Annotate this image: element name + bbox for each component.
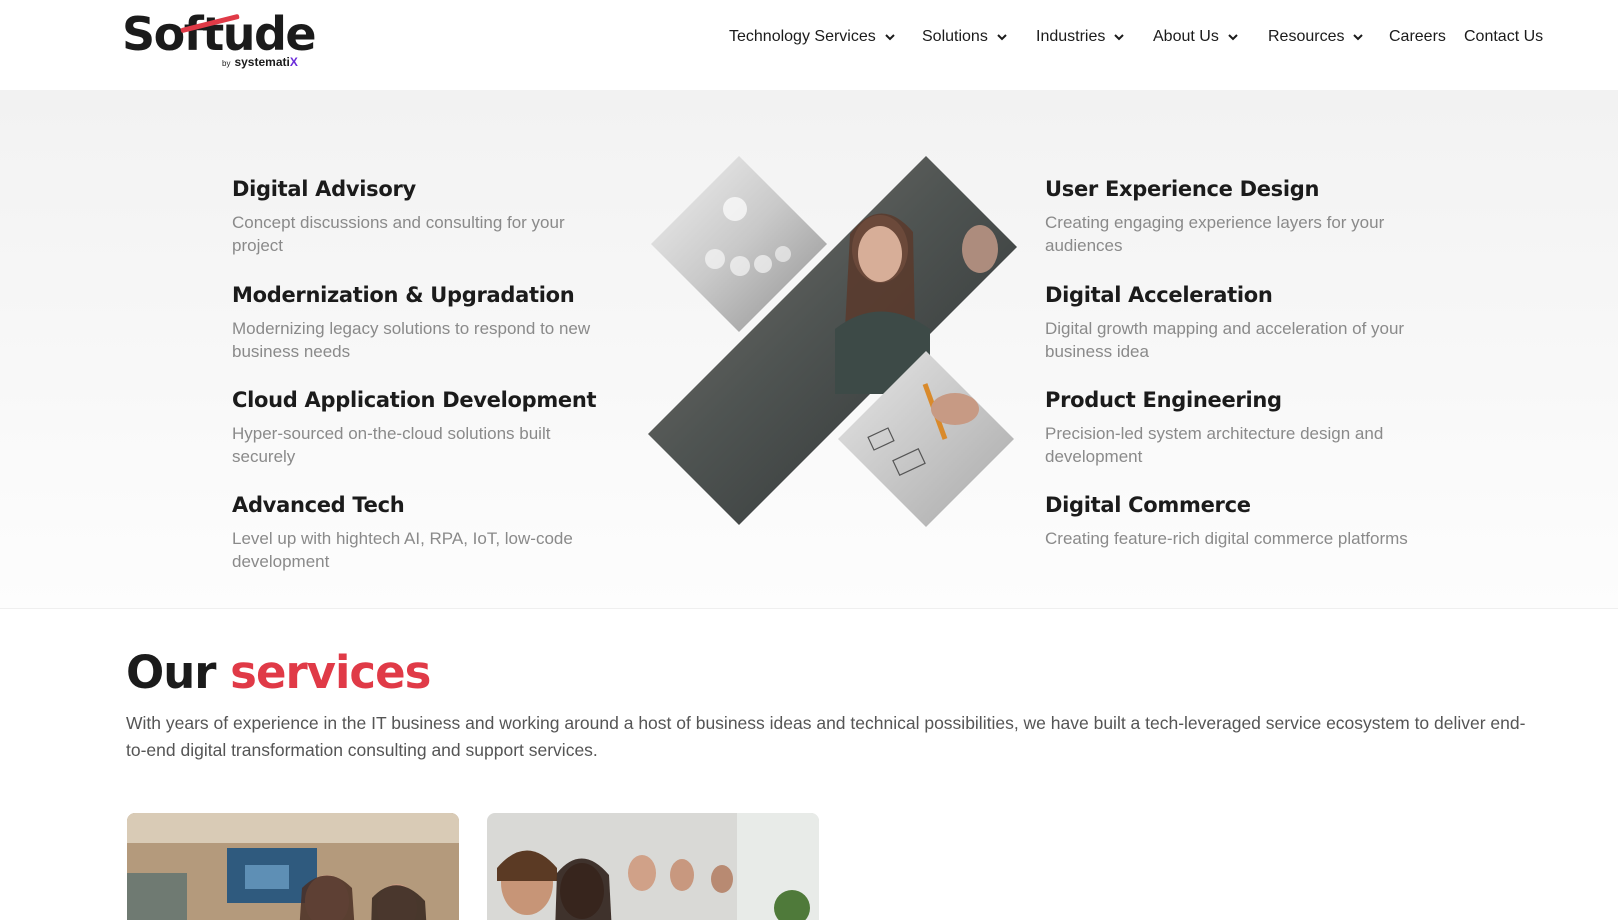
nav-label: Technology Services xyxy=(729,28,876,45)
capability-digital-acceleration: Digital Acceleration Digital growth mapp… xyxy=(1045,281,1425,363)
capability-title: Product Engineering xyxy=(1045,388,1282,412)
nav-about-us[interactable]: About Us xyxy=(1153,28,1239,46)
capability-desc: Level up with hightech AI, RPA, IoT, low… xyxy=(232,529,573,571)
capability-desc: Creating feature-rich digital commerce p… xyxy=(1045,529,1408,548)
service-card-office-photo[interactable] xyxy=(127,813,459,920)
nav-industries[interactable]: Industries xyxy=(1036,28,1125,46)
diamond-photo-collage xyxy=(648,156,1017,527)
nav-careers[interactable]: Careers xyxy=(1389,28,1446,46)
nav-label: Solutions xyxy=(922,28,988,45)
capability-product-engineering: Product Engineering Precision-led system… xyxy=(1045,386,1425,468)
nav-label: Resources xyxy=(1268,28,1345,45)
support-center-photo xyxy=(487,813,819,920)
capability-desc: Hyper-sourced on-the-cloud solutions bui… xyxy=(232,424,551,466)
capability-title: Cloud Application Development xyxy=(232,388,597,412)
chevron-down-icon xyxy=(1114,34,1125,41)
capability-digital-advisory: Digital Advisory Concept discussions and… xyxy=(232,175,612,257)
chevron-down-icon xyxy=(997,34,1007,41)
site-header: Softude by systematiX Technology Services… xyxy=(0,0,1618,90)
logo-company-x: X xyxy=(289,55,298,69)
chevron-down-icon xyxy=(885,34,895,41)
logo-by: by xyxy=(222,59,231,68)
nav-label: Contact Us xyxy=(1464,28,1544,45)
services-heading-plain: Our xyxy=(126,646,216,699)
logo-byline: by systematiX xyxy=(222,55,298,69)
capability-desc: Digital growth mapping and acceleration … xyxy=(1045,319,1405,361)
service-card-support-photo[interactable] xyxy=(487,813,819,920)
capability-ux-design: User Experience Design Creating engaging… xyxy=(1045,175,1425,257)
capability-title: User Experience Design xyxy=(1045,177,1320,201)
services-heading-accent: services xyxy=(230,646,431,699)
logo-company: systemati xyxy=(234,55,290,69)
nav-solutions[interactable]: Solutions xyxy=(922,28,1008,46)
chevron-down-icon xyxy=(1228,34,1238,41)
office-team-photo xyxy=(127,813,459,920)
nav-contact-us[interactable]: Contact Us xyxy=(1464,28,1543,46)
nav-label: Careers xyxy=(1389,28,1446,45)
capability-digital-commerce: Digital Commerce Creating feature-rich d… xyxy=(1045,491,1425,550)
nav-label: About Us xyxy=(1153,28,1219,45)
chevron-down-icon xyxy=(1353,34,1364,41)
capability-advanced-tech: Advanced Tech Level up with hightech AI,… xyxy=(232,491,612,573)
clipped-text-line: · · · xyxy=(590,90,1010,94)
nav-resources[interactable]: Resources xyxy=(1268,28,1364,46)
capability-title: Digital Advisory xyxy=(232,177,416,201)
nav-technology-services[interactable]: Technology Services xyxy=(729,28,896,46)
capability-cloud-app-dev: Cloud Application Development Hyper-sour… xyxy=(232,386,612,468)
main-nav: Technology Services Solutions Industries… xyxy=(0,28,1618,52)
capability-desc: Modernizing legacy solutions to respond … xyxy=(232,319,591,361)
capability-modernization: Modernization & Upgradation Modernizing … xyxy=(232,281,612,363)
capability-title: Digital Acceleration xyxy=(1045,283,1273,307)
nav-label: Industries xyxy=(1036,28,1106,45)
services-heading: Our services xyxy=(126,645,431,701)
services-description: With years of experience in the IT busin… xyxy=(126,713,1526,760)
capability-title: Advanced Tech xyxy=(232,493,405,517)
capability-title: Modernization & Upgradation xyxy=(232,283,575,307)
capability-desc: Creating engaging experience layers for … xyxy=(1045,213,1385,255)
capability-title: Digital Commerce xyxy=(1045,493,1251,517)
capability-desc: Concept discussions and consulting for y… xyxy=(232,213,565,255)
capability-desc: Precision-led system architecture design… xyxy=(1045,424,1384,466)
